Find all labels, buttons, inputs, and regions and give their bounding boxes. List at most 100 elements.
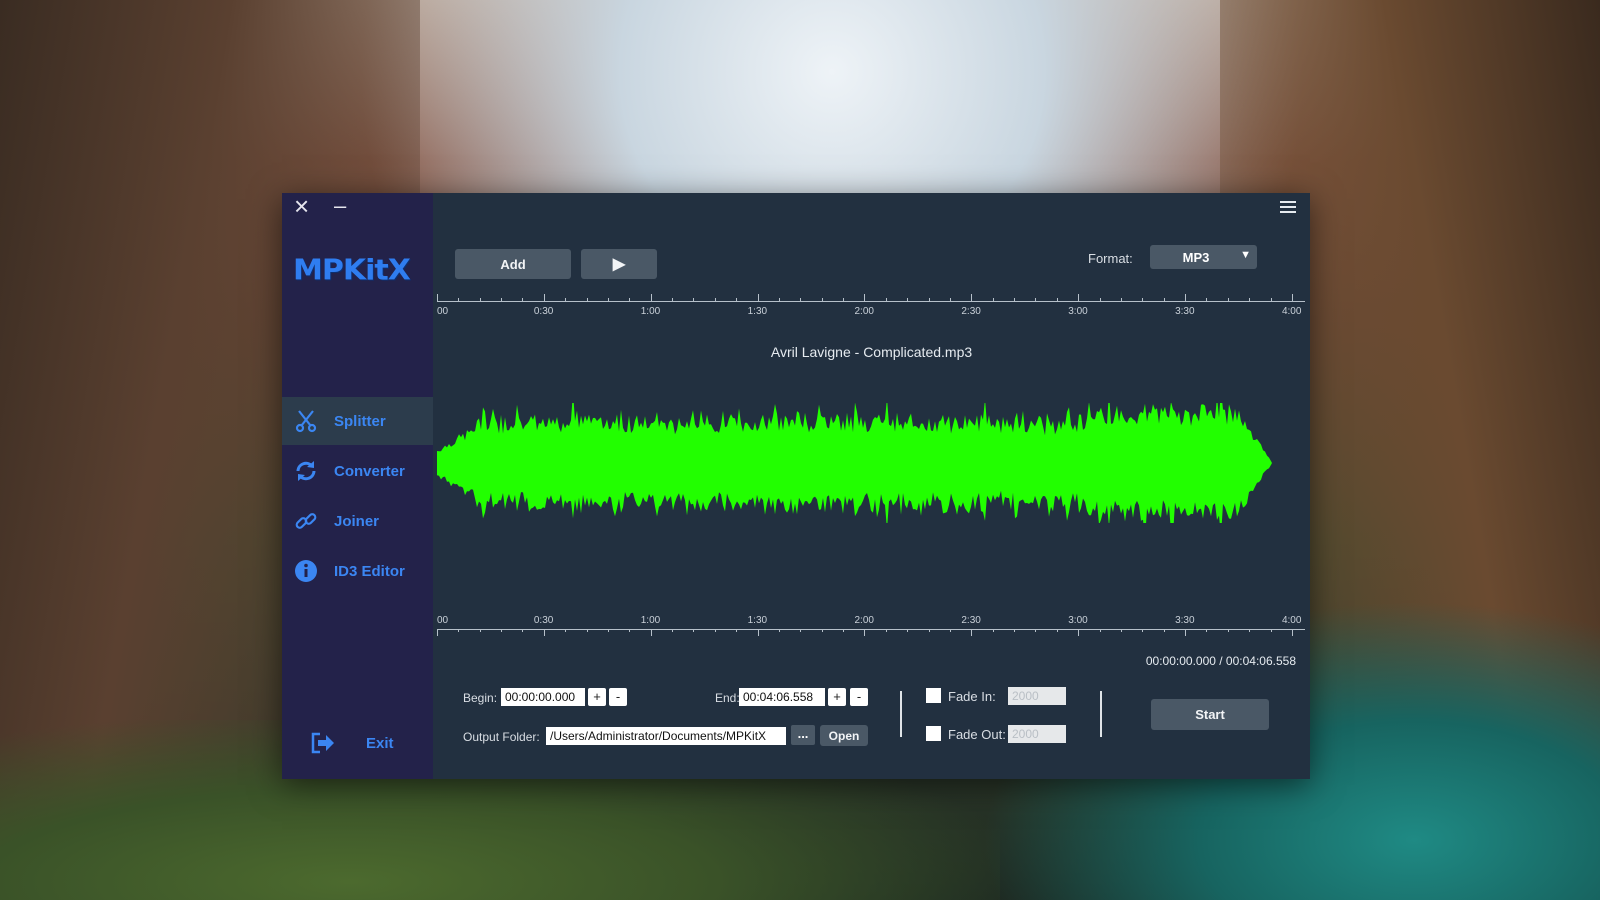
ruler-minor-tick (1206, 298, 1208, 301)
ruler-minor-tick (1120, 629, 1122, 632)
begin-time-input[interactable] (501, 688, 585, 706)
ruler-minor-tick (522, 298, 524, 301)
ruler-minor-tick (1014, 298, 1016, 301)
ruler-tick-label: 2:30 (961, 306, 981, 317)
open-button[interactable]: Open (820, 725, 868, 746)
ruler-major-tick (757, 629, 759, 636)
ruler-minor-tick (1035, 629, 1037, 632)
ruler-minor-tick (1249, 629, 1251, 632)
ruler-major-tick (864, 294, 866, 301)
begin-plus-button[interactable]: + (588, 688, 606, 706)
ruler-minor-tick (843, 298, 845, 301)
ruler-major-tick (1291, 629, 1293, 636)
output-folder-input[interactable] (546, 727, 786, 745)
divider (1100, 691, 1102, 737)
add-button[interactable]: Add (455, 249, 571, 279)
minimize-icon[interactable]: – (334, 193, 346, 219)
ruler-minor-tick (1163, 298, 1165, 301)
start-button[interactable]: Start (1151, 699, 1269, 730)
fade-in-checkbox[interactable] (926, 688, 941, 703)
ruler-major-tick (543, 294, 545, 301)
ruler-minor-tick (843, 629, 845, 632)
ruler-minor-tick (672, 629, 674, 632)
end-time-input[interactable] (739, 688, 825, 706)
file-name: Avril Lavigne - Complicated.mp3 (770, 344, 973, 360)
hamburger-menu-icon[interactable] (1280, 201, 1296, 215)
ruler-major-tick (1078, 629, 1080, 636)
fade-in-input[interactable] (1008, 687, 1066, 705)
play-button[interactable]: ▶ (581, 249, 657, 279)
ruler-minor-tick (522, 629, 524, 632)
exit-button[interactable]: Exit (282, 728, 433, 758)
end-label: End: (715, 691, 740, 705)
app-window: × – MPKitX Splitter Converter Joiner ID3… (282, 191, 1310, 779)
timeline-ruler-bottom: 00 0:30 1:00 1:30 2:00 2:30 3:00 3:30 4:00 (437, 615, 1305, 645)
waveform[interactable] (437, 389, 1287, 541)
ruler-tick-label: 4:00 (1281, 306, 1302, 317)
play-icon: ▶ (612, 256, 626, 273)
sidebar-item-label: Splitter (334, 412, 386, 430)
ruler-minor-tick (1163, 629, 1165, 632)
ruler-minor-tick (1270, 629, 1272, 632)
ruler-minor-tick (1249, 298, 1251, 301)
sidebar-item-id3-editor[interactable]: ID3 Editor (282, 547, 433, 595)
ruler-minor-tick (1014, 629, 1016, 632)
ruler-minor-tick (907, 298, 909, 301)
chevron-down-icon: ▼ (1240, 249, 1251, 261)
close-icon[interactable]: × (294, 191, 309, 222)
ruler-minor-tick (821, 298, 823, 301)
format-select[interactable]: MP3 ▼ (1150, 245, 1257, 269)
ruler-minor-tick (501, 629, 503, 632)
ruler-minor-tick (1056, 298, 1058, 301)
ruler-minor-tick (501, 298, 503, 301)
fade-out-checkbox[interactable] (926, 726, 941, 741)
browse-button[interactable]: ... (791, 725, 815, 745)
ruler-minor-tick (479, 629, 481, 632)
ruler-minor-tick (736, 629, 738, 632)
ruler-minor-tick (1099, 629, 1101, 632)
ruler-minor-tick (629, 629, 631, 632)
ruler-minor-tick (479, 298, 481, 301)
sidebar-item-label: Converter (334, 462, 405, 480)
ruler-minor-tick (693, 298, 695, 301)
sidebar-item-splitter[interactable]: Splitter (282, 397, 433, 445)
sidebar-item-joiner[interactable]: Joiner (282, 497, 433, 545)
ruler-minor-tick (821, 629, 823, 632)
ruler-minor-tick (736, 298, 738, 301)
ruler-minor-tick (714, 298, 716, 301)
splitter-panel: Add ▶ Format: MP3 ▼ 00 0:30 1:00 1:30 2:00 2:… (433, 193, 1310, 779)
divider (900, 691, 902, 737)
ruler-minor-tick (928, 629, 930, 632)
ruler-minor-tick (1099, 298, 1101, 301)
ruler-minor-tick (778, 298, 780, 301)
ruler-minor-tick (607, 629, 609, 632)
end-minus-button[interactable]: - (850, 688, 868, 706)
ruler-minor-tick (672, 298, 674, 301)
ruler-minor-tick (586, 629, 588, 632)
sidebar-item-label: Joiner (334, 512, 380, 530)
fade-out-input[interactable] (1008, 725, 1066, 743)
ruler-tick-label: 2:30 (961, 615, 981, 626)
ruler-minor-tick (1227, 629, 1229, 632)
ruler-minor-tick (885, 629, 887, 632)
ruler-minor-tick (778, 629, 780, 632)
ruler-tick-label: 1:30 (747, 615, 768, 626)
ruler-minor-tick (458, 298, 460, 301)
ruler-minor-tick (907, 629, 909, 632)
ruler-tick-label: 0:30 (533, 615, 554, 626)
ruler-tick-label: 0:30 (533, 306, 554, 317)
ruler-minor-tick (607, 298, 609, 301)
fade-out-label: Fade Out: (948, 727, 1006, 742)
ruler-minor-tick (586, 298, 588, 301)
ruler-major-tick (650, 629, 652, 636)
end-plus-button[interactable]: + (828, 688, 846, 706)
waveform-graphic (437, 389, 1272, 541)
begin-minus-button[interactable]: - (609, 688, 627, 706)
ruler-minor-tick (629, 298, 631, 301)
ruler-major-tick (1291, 294, 1293, 301)
sidebar-item-converter[interactable]: Converter (282, 447, 433, 495)
ruler-minor-tick (458, 629, 460, 632)
ruler-tick-label: 1:30 (747, 306, 768, 317)
ruler-minor-tick (1142, 629, 1144, 632)
timeline-ruler-top: 00 0:30 1:00 1:30 2:00 2:30 3:00 3:30 4:00 (437, 293, 1305, 323)
